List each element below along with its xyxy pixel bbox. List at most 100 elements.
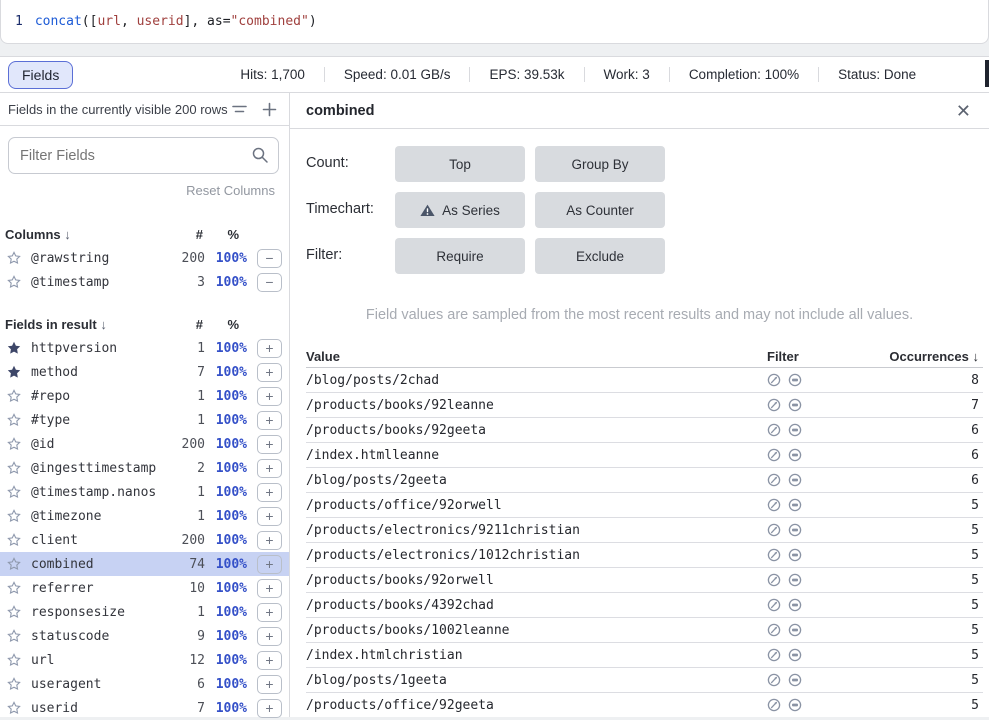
top-button[interactable]: Top (395, 146, 525, 182)
value-row[interactable]: /products/books/1002leanne 5 (306, 618, 983, 643)
field-name[interactable]: referrer (31, 581, 159, 596)
star-outline-icon[interactable] (5, 509, 23, 523)
value-row[interactable]: /index.htmlleanne 6 (306, 443, 983, 468)
field-name[interactable]: statuscode (31, 629, 159, 644)
add-column-button[interactable]: + (257, 603, 282, 622)
star-outline-icon[interactable] (5, 251, 23, 265)
include-filter-icon[interactable] (767, 623, 781, 637)
exclude-filter-icon[interactable] (788, 373, 802, 387)
add-column-button[interactable]: + (257, 627, 282, 646)
clipped-edge-button[interactable] (985, 60, 989, 87)
field-row[interactable]: @timestamp 3 100% − (0, 270, 289, 294)
query-editor[interactable]: 1 concat([url, userid], as="combined") (0, 0, 989, 44)
add-column-button[interactable]: + (257, 363, 282, 382)
include-filter-icon[interactable] (767, 373, 781, 387)
include-filter-icon[interactable] (767, 473, 781, 487)
value-row[interactable]: /index.htmlchristian 5 (306, 643, 983, 668)
value-row[interactable]: /products/electronics/1012christian 5 (306, 543, 983, 568)
star-outline-icon[interactable] (5, 677, 23, 691)
include-filter-icon[interactable] (767, 673, 781, 687)
exclude-filter-icon[interactable] (788, 448, 802, 462)
query-text[interactable]: concat([url, userid], as="combined") (35, 14, 317, 29)
star-outline-icon[interactable] (5, 275, 23, 289)
value-row[interactable]: /products/books/92geeta 6 (306, 418, 983, 443)
exclude-filter-icon[interactable] (788, 473, 802, 487)
field-row[interactable]: @id 200 100% + (0, 432, 289, 456)
field-name[interactable]: #repo (31, 389, 159, 404)
field-name[interactable]: httpversion (31, 341, 159, 356)
field-name[interactable]: combined (31, 557, 159, 572)
include-filter-icon[interactable] (767, 598, 781, 612)
add-column-button[interactable]: + (257, 435, 282, 454)
field-row[interactable]: @timezone 1 100% + (0, 504, 289, 528)
occurrences-column-header[interactable]: Occurrences ↓ (867, 349, 983, 364)
include-filter-icon[interactable] (767, 648, 781, 662)
require-button[interactable]: Require (395, 238, 525, 274)
field-row[interactable]: combined 74 100% + (0, 552, 289, 576)
value-row[interactable]: /products/office/92orwell 5 (306, 493, 983, 518)
exclude-filter-icon[interactable] (788, 698, 802, 712)
field-name[interactable]: @timestamp.nanos (31, 485, 159, 500)
add-column-button[interactable]: + (257, 699, 282, 718)
field-row[interactable]: @ingesttimestamp 2 100% + (0, 456, 289, 480)
value-row[interactable]: /products/books/92leanne 7 (306, 393, 983, 418)
exclude-filter-icon[interactable] (788, 673, 802, 687)
add-column-button[interactable]: + (257, 411, 282, 430)
add-column-button[interactable]: + (257, 483, 282, 502)
as-counter-button[interactable]: As Counter (535, 192, 665, 228)
include-filter-icon[interactable] (767, 523, 781, 537)
star-outline-icon[interactable] (5, 653, 23, 667)
field-name[interactable]: @timezone (31, 509, 159, 524)
star-outline-icon[interactable] (5, 389, 23, 403)
include-filter-icon[interactable] (767, 698, 781, 712)
include-filter-icon[interactable] (767, 398, 781, 412)
field-row[interactable]: statuscode 9 100% + (0, 624, 289, 648)
reset-columns-link[interactable]: Reset Columns (0, 183, 275, 198)
include-filter-icon[interactable] (767, 498, 781, 512)
value-row[interactable]: /blog/posts/1geeta 5 (306, 668, 983, 693)
field-name[interactable]: @timestamp (31, 275, 159, 290)
field-name[interactable]: client (31, 533, 159, 548)
field-name[interactable]: @ingesttimestamp (31, 461, 159, 476)
star-outline-icon[interactable] (5, 485, 23, 499)
remove-column-button[interactable]: − (257, 273, 282, 292)
field-row[interactable]: userid 7 100% + (0, 696, 289, 720)
add-column-button[interactable]: + (257, 579, 282, 598)
add-column-button[interactable]: + (257, 339, 282, 358)
add-column-button[interactable]: + (257, 675, 282, 694)
filter-lines-icon[interactable] (231, 102, 248, 116)
star-outline-icon[interactable] (5, 437, 23, 451)
field-row[interactable]: useragent 6 100% + (0, 672, 289, 696)
field-row[interactable]: responsesize 1 100% + (0, 600, 289, 624)
field-row[interactable]: @rawstring 200 100% − (0, 246, 289, 270)
close-icon[interactable]: ✕ (956, 102, 971, 120)
field-row[interactable]: @timestamp.nanos 1 100% + (0, 480, 289, 504)
field-name[interactable]: useragent (31, 677, 159, 692)
fields-tab-button[interactable]: Fields (8, 61, 73, 89)
field-row[interactable]: #type 1 100% + (0, 408, 289, 432)
add-column-button[interactable]: + (257, 507, 282, 526)
field-row[interactable]: #repo 1 100% + (0, 384, 289, 408)
value-row[interactable]: /products/office/92geeta 5 (306, 693, 983, 717)
exclude-filter-icon[interactable] (788, 423, 802, 437)
add-column-button[interactable]: + (257, 531, 282, 550)
exclude-filter-icon[interactable] (788, 498, 802, 512)
exclude-filter-icon[interactable] (788, 548, 802, 562)
include-filter-icon[interactable] (767, 423, 781, 437)
field-row[interactable]: referrer 10 100% + (0, 576, 289, 600)
field-name[interactable]: url (31, 653, 159, 668)
add-column-button[interactable]: + (257, 555, 282, 574)
as-series-button[interactable]: As Series (395, 192, 525, 228)
exclude-button[interactable]: Exclude (535, 238, 665, 274)
exclude-filter-icon[interactable] (788, 623, 802, 637)
exclude-filter-icon[interactable] (788, 598, 802, 612)
include-filter-icon[interactable] (767, 548, 781, 562)
star-outline-icon[interactable] (5, 413, 23, 427)
include-filter-icon[interactable] (767, 573, 781, 587)
value-row[interactable]: /products/electronics/9211christian 5 (306, 518, 983, 543)
star-outline-icon[interactable] (5, 701, 23, 715)
star-filled-icon[interactable] (5, 341, 23, 355)
add-column-button[interactable]: + (257, 651, 282, 670)
filter-fields-input[interactable] (8, 137, 279, 174)
value-row[interactable]: /products/books/92orwell 5 (306, 568, 983, 593)
